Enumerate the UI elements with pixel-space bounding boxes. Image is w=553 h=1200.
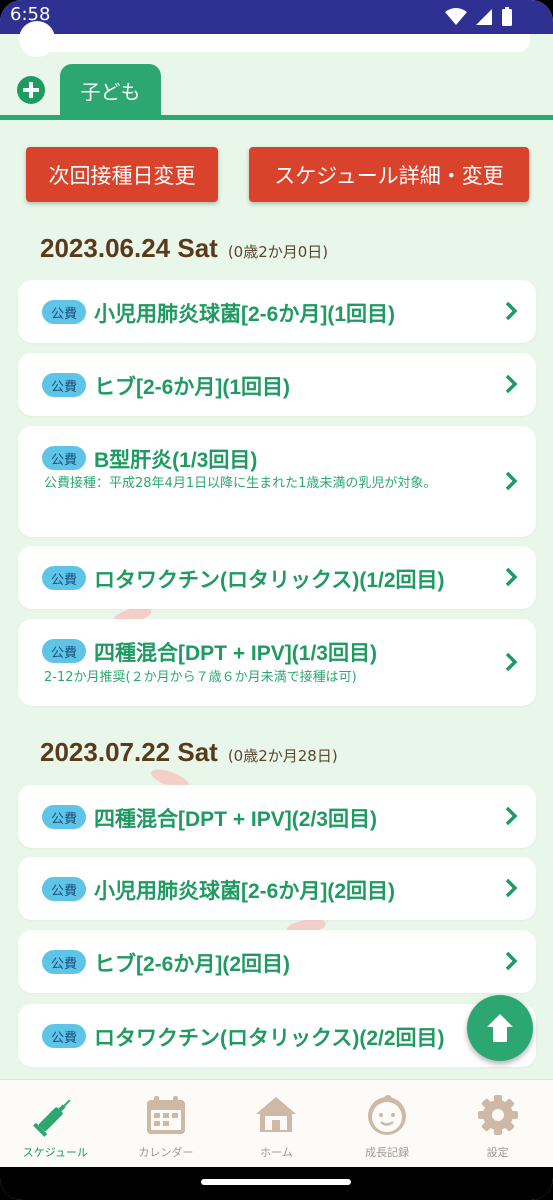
nav-label: スケジュール	[22, 1146, 88, 1159]
vaccine-title: 小児用肺炎球菌[2-6か月](2回目)	[94, 880, 396, 903]
nav-calendar[interactable]: カレンダー	[111, 1080, 222, 1167]
vaccine-card[interactable]: 公費 ヒブ[2-6か月](2回目)	[18, 930, 536, 993]
vaccine-card[interactable]: 公費 ロタワクチン(ロタリックス)(1/2回目)	[18, 546, 536, 609]
vaccine-title: ロタワクチン(ロタリックス)(2/2回目)	[94, 1027, 445, 1050]
public-funding-badge: 公費	[42, 950, 86, 974]
vaccine-card[interactable]: 公費 小児用肺炎球菌[2-6か月](1回目)	[18, 280, 536, 343]
date-header: 2023.06.24 Sat (0歳2か月0日)	[40, 233, 328, 269]
vaccine-note: 公費接種：平成28年4月1日以降に生まれた1歳未満の乳児が対象。	[44, 476, 437, 491]
nav-home[interactable]: ホーム	[221, 1080, 332, 1167]
vaccine-card[interactable]: 公費 四種混合[DPT + IPV](1/3回目) 2-12か月推奨(２か月から…	[18, 619, 536, 706]
public-funding-badge: 公費	[42, 566, 86, 590]
chevron-right-icon	[505, 806, 518, 826]
chevron-right-icon	[505, 652, 518, 672]
change-next-date-button[interactable]: 次回接種日変更	[26, 147, 218, 202]
date-header: 2023.07.22 Sat (0歳2か月28日)	[40, 737, 338, 773]
battery-icon	[502, 7, 512, 26]
date-text: 2023.07.22 Sat	[40, 737, 218, 767]
public-funding-badge: 公費	[42, 1024, 86, 1048]
public-funding-badge: 公費	[42, 446, 86, 470]
vaccine-title: 四種混合[DPT + IPV](2/3回目)	[94, 808, 377, 831]
vaccine-title: 小児用肺炎球菌[2-6か月](1回目)	[94, 303, 396, 326]
vaccine-card[interactable]: 公費 B型肝炎(1/3回目) 公費接種：平成28年4月1日以降に生まれた1歳未満…	[18, 426, 536, 537]
syringe-icon	[32, 1092, 78, 1138]
vaccine-card[interactable]: 公費 四種混合[DPT + IPV](2/3回目)	[18, 785, 536, 848]
status-icons	[445, 7, 513, 27]
scroll-to-top-button[interactable]	[467, 995, 533, 1061]
camera-cutout	[19, 21, 55, 57]
tab-child[interactable]: 子ども	[60, 64, 161, 116]
vaccine-title: ヒブ[2-6か月](2回目)	[94, 953, 291, 976]
nav-growth-record[interactable]: 成長記録	[332, 1080, 443, 1167]
public-funding-badge: 公費	[42, 805, 86, 829]
chevron-right-icon	[505, 471, 518, 491]
vaccine-title: B型肝炎(1/3回目)	[94, 449, 258, 472]
vaccine-title: ヒブ[2-6か月](1回目)	[94, 376, 291, 399]
chevron-right-icon	[505, 951, 518, 971]
chevron-right-icon	[505, 374, 518, 394]
nav-schedule[interactable]: スケジュール	[0, 1080, 111, 1167]
vaccine-card[interactable]: 公費 ヒブ[2-6か月](1回目)	[18, 353, 536, 416]
home-icon	[253, 1092, 299, 1138]
public-funding-badge: 公費	[42, 639, 86, 663]
vaccine-title: ロタワクチン(ロタリックス)(1/2回目)	[94, 569, 445, 592]
nav-settings[interactable]: 設定	[442, 1080, 553, 1167]
arrow-up-icon	[487, 1014, 513, 1042]
signal-icon	[476, 9, 492, 25]
public-funding-badge: 公費	[42, 373, 86, 397]
nav-label: カレンダー	[138, 1146, 194, 1159]
date-text: 2023.06.24 Sat	[40, 233, 218, 263]
schedule-detail-button[interactable]: スケジュール詳細・変更	[249, 147, 529, 202]
nav-label: 設定	[486, 1146, 509, 1159]
gear-icon	[475, 1092, 521, 1138]
age-text: (0歳2か月0日)	[227, 243, 329, 261]
chevron-right-icon	[505, 878, 518, 898]
status-bar: 6:58	[0, 0, 553, 34]
system-nav-bar	[0, 1167, 553, 1200]
nav-label: ホーム	[260, 1146, 293, 1159]
home-indicator[interactable]	[201, 1179, 351, 1185]
vaccine-card[interactable]: 公費 ロタワクチン(ロタリックス)(2/2回目)	[18, 1004, 536, 1067]
add-child-button[interactable]	[17, 76, 45, 104]
age-text: (0歳2か月28日)	[227, 747, 338, 765]
vaccine-note: 2-12か月推奨(２か月から７歳６か月未満で接種は可)	[44, 670, 357, 685]
header-strip	[30, 34, 530, 52]
nav-label: 成長記録	[365, 1146, 410, 1159]
wifi-icon	[445, 8, 467, 25]
bottom-navigation: スケジュール カレンダー ホーム 成長記録 設定	[0, 1079, 553, 1167]
public-funding-badge: 公費	[42, 877, 86, 901]
vaccine-card[interactable]: 公費 小児用肺炎球菌[2-6か月](2回目)	[18, 857, 536, 920]
baby-face-icon	[364, 1092, 410, 1138]
plus-icon	[23, 82, 39, 98]
app-screen: 6:58 子ども 次回接種日変更 スケジュール詳細・変更 2023.06.24 …	[0, 0, 553, 1200]
calendar-icon	[143, 1092, 189, 1138]
chevron-right-icon	[505, 567, 518, 587]
public-funding-badge: 公費	[42, 300, 86, 324]
vaccine-title: 四種混合[DPT + IPV](1/3回目)	[94, 642, 377, 665]
tab-underline	[0, 115, 553, 120]
chevron-right-icon	[505, 301, 518, 321]
